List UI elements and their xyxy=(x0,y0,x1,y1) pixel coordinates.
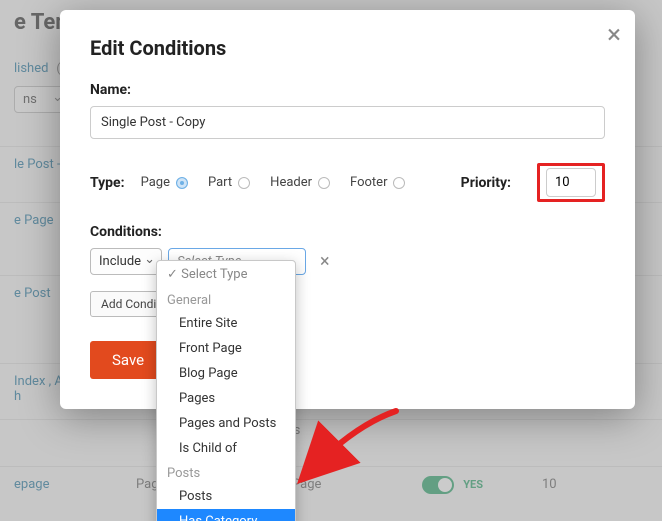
priority-input[interactable] xyxy=(546,168,596,197)
priority-label: Priority: xyxy=(461,175,511,191)
close-icon[interactable]: × xyxy=(607,22,621,48)
radio-dot-icon xyxy=(238,177,250,189)
type-radio-page[interactable]: Page xyxy=(141,175,188,190)
priority-highlight xyxy=(537,163,605,202)
radio-dot-icon xyxy=(393,177,405,189)
type-radio-part[interactable]: Part xyxy=(208,175,250,190)
dd-opt-pages[interactable]: Pages xyxy=(157,386,295,411)
dropdown-selected: ✓ Select Type xyxy=(157,261,295,288)
dd-opt-front-page[interactable]: Front Page xyxy=(157,336,295,361)
radio-dot-icon xyxy=(176,177,188,189)
dd-opt-blog-page[interactable]: Blog Page xyxy=(157,361,295,386)
type-radio-group: Page Part Header Footer xyxy=(141,175,406,190)
dd-opt-pages-posts[interactable]: Pages and Posts xyxy=(157,411,295,436)
type-dropdown: ✓ Select Type General Entire Site Front … xyxy=(156,260,296,521)
dd-opt-entire-site[interactable]: Entire Site xyxy=(157,311,295,336)
type-radio-footer[interactable]: Footer xyxy=(350,175,405,190)
name-input[interactable] xyxy=(90,106,605,139)
edit-conditions-modal: × Edit Conditions Name: Type: Page Part … xyxy=(60,10,635,409)
conditions-label: Conditions: xyxy=(90,224,605,240)
type-radio-header[interactable]: Header xyxy=(270,175,330,190)
dd-group-posts: Posts xyxy=(157,461,295,484)
dd-group-general: General xyxy=(157,288,295,311)
modal-title: Edit Conditions xyxy=(90,36,605,60)
radio-dot-icon xyxy=(318,177,330,189)
remove-condition-icon[interactable]: × xyxy=(320,251,330,272)
include-select[interactable]: Include xyxy=(90,248,162,275)
dd-opt-posts[interactable]: Posts xyxy=(157,484,295,509)
type-label: Type: xyxy=(90,175,125,191)
annotation-arrow xyxy=(296,405,406,495)
dd-opt-has-category[interactable]: Has Category xyxy=(157,509,295,521)
dd-opt-is-child-of[interactable]: Is Child of xyxy=(157,436,295,461)
name-label: Name: xyxy=(90,82,605,98)
save-button[interactable]: Save xyxy=(90,341,166,379)
